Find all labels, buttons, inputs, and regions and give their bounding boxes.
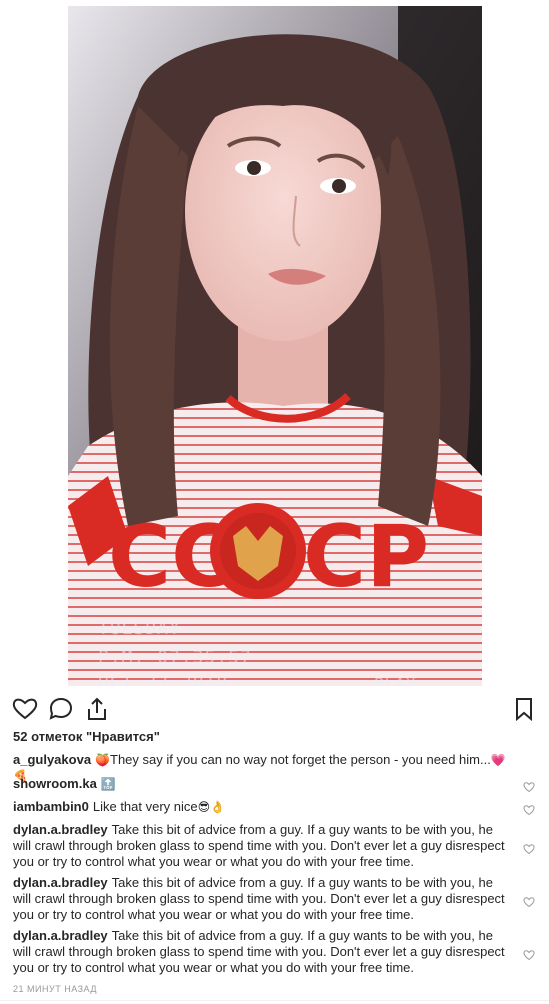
comment-username[interactable]: iambambin0	[13, 799, 89, 814]
comment-like-heart-icon[interactable]	[523, 803, 535, 816]
post-timestamp[interactable]: 21 МИНУТ НАЗАД	[13, 984, 97, 994]
comment-item: dylan.a.bradley Take this bit of advice f…	[13, 822, 513, 870]
comment-username[interactable]: dylan.a.bradley	[13, 875, 108, 890]
comment-username[interactable]: showroom.ka	[13, 776, 97, 791]
comment-item: dylan.a.bradley Take this bit of advice f…	[13, 928, 513, 976]
peach-emoji: 🍑	[95, 753, 110, 767]
bookmark-icon[interactable]	[511, 696, 537, 722]
comment-item: showroom.ka 🔝	[13, 776, 513, 792]
comment-text: They say if you can no way not forget th…	[110, 752, 491, 767]
heart-outline-icon[interactable]	[12, 696, 38, 722]
selfie-image: CC CP	[68, 6, 482, 686]
likes-count[interactable]: 52 отметок "Нравится"	[13, 729, 160, 744]
comment-item: dylan.a.bradley Take this bit of advice f…	[13, 875, 513, 923]
comment-item: iambambin0 Like that very nice😎👌	[13, 799, 513, 815]
comment-like-heart-icon[interactable]	[523, 780, 535, 793]
svg-text:CP: CP	[303, 507, 429, 607]
divider	[0, 1000, 549, 1001]
comment-like-heart-icon[interactable]	[523, 948, 535, 961]
comment-username[interactable]: dylan.a.bradley	[13, 928, 108, 943]
comment-text: Like that very nice	[92, 799, 198, 814]
comment-username[interactable]: dylan.a.bradley	[13, 822, 108, 837]
overlay-play: PLAY	[374, 674, 417, 686]
comment-like-heart-icon[interactable]	[523, 842, 535, 855]
overlay-day: TUESDAY	[98, 618, 181, 639]
sunglasses-ok-emoji: 😎👌	[197, 800, 226, 814]
overlay-time: P.M. 07:35:57	[98, 647, 252, 668]
post-photo[interactable]: CC CP TUESDAY P.M. 07:35:57 OCT 23 2018 …	[68, 6, 482, 686]
overlay-date: OCT 23 2018	[98, 672, 229, 686]
post-actions	[12, 696, 537, 722]
top-emoji: 🔝	[100, 777, 116, 791]
share-upload-icon[interactable]	[84, 696, 110, 722]
comment-like-heart-icon[interactable]	[523, 895, 535, 908]
comment-username[interactable]: a_gulyakova	[13, 752, 91, 767]
speech-bubble-icon[interactable]	[48, 696, 74, 722]
